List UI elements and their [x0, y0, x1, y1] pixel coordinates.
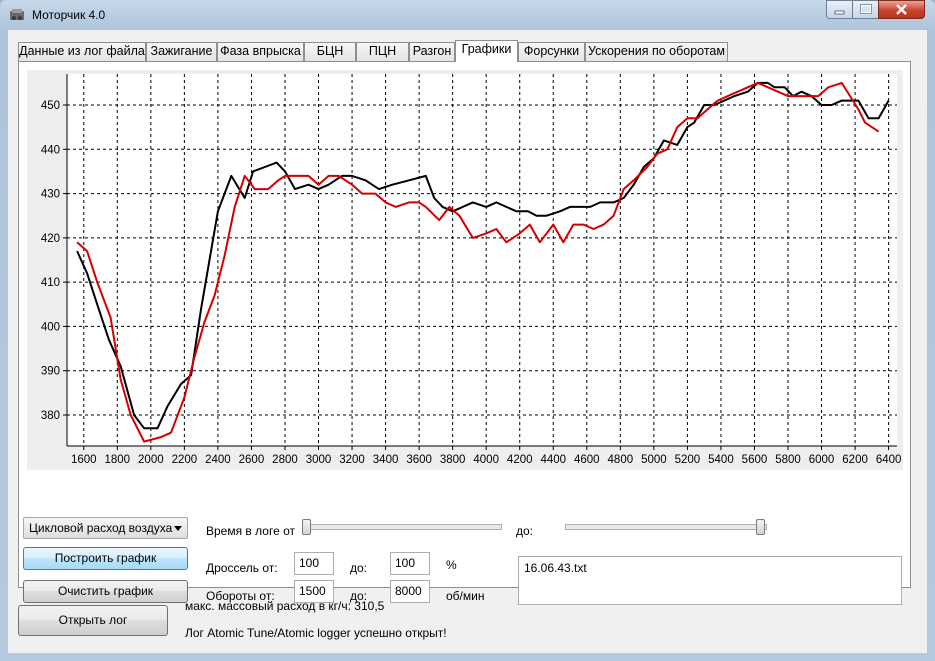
x-tick-label: 1800 [105, 454, 131, 466]
parameter-select-value: Цикловой расход воздуха [29, 521, 173, 535]
maximize-button[interactable] [852, 0, 879, 19]
minimize-button[interactable] [826, 0, 853, 19]
y-tick-label: 430 [41, 189, 60, 201]
tab-injectors[interactable]: Форсунки [518, 42, 585, 61]
x-tick-label: 4200 [507, 454, 533, 466]
y-tick-label: 390 [41, 366, 60, 378]
x-tick-label: 2800 [272, 454, 298, 466]
tab-injection-phase[interactable]: Фаза впрыска [217, 42, 304, 61]
y-tick-label: 400 [41, 321, 60, 333]
x-tick-label: 2600 [239, 454, 265, 466]
log-file-list[interactable]: 16.06.43.txt [518, 556, 902, 605]
throttle-unit: % [446, 558, 457, 572]
tab-ignition[interactable]: Зажигание [146, 42, 217, 61]
x-tick-label: 3600 [406, 454, 432, 466]
time-to-slider-track [565, 524, 767, 530]
x-tick-label: 3000 [306, 454, 332, 466]
tab-bcn[interactable]: БЦН [304, 42, 356, 61]
tab-rpm-acceleration[interactable]: Ускорения по оборотам [585, 42, 728, 61]
x-tick-label: 2200 [172, 454, 198, 466]
close-icon [896, 4, 907, 15]
rpm-unit: об/мин [446, 589, 485, 603]
x-tick-label: 2000 [138, 454, 164, 466]
close-button[interactable] [878, 0, 925, 19]
x-tick-label: 3800 [440, 454, 466, 466]
x-tick-label: 4000 [473, 454, 499, 466]
app-icon [10, 9, 24, 20]
x-tick-label: 5000 [641, 454, 667, 466]
plot-area [67, 74, 897, 446]
x-tick-label: 1600 [71, 454, 97, 466]
y-tick-label: 410 [41, 277, 60, 289]
throttle-label: Дроссель от: [206, 561, 278, 575]
tab-log-data[interactable]: Данные из лог файла [18, 42, 146, 61]
y-tick-label: 380 [41, 410, 60, 422]
log-file-item[interactable]: 16.06.43.txt [524, 561, 587, 575]
status-text: Лог Atomic Tune/Atomic logger успешно от… [185, 626, 447, 640]
rpm-to-input[interactable]: 8000 [390, 580, 430, 603]
clear-chart-button[interactable]: Очистить график [23, 580, 188, 603]
max-flow-text: макс. массовый расход в кг/ч: 310,5 [185, 599, 385, 613]
x-tick-label: 3400 [373, 454, 399, 466]
open-log-button[interactable]: Открыть лог [18, 605, 168, 636]
charts-tab-panel: 1600 1800 2000 2200 2400 2600 2800 3000 3200 3400… [18, 61, 911, 605]
chart-area: 1600 1800 2000 2200 2400 2600 2800 3000 3200 3400… [27, 70, 903, 470]
x-tick-label: 6200 [842, 454, 868, 466]
x-tick-label: 5200 [675, 454, 701, 466]
main-window: Моторчик 4.0 Данные из лог файла Зажиган… [0, 0, 935, 661]
parameter-select[interactable]: Цикловой расход воздуха [23, 517, 188, 539]
title-bar[interactable]: Моторчик 4.0 [0, 0, 935, 30]
throttle-from-input[interactable]: 100 [294, 552, 334, 575]
time-from-label: Время в логе от [206, 524, 295, 538]
tab-acceleration[interactable]: Разгон [409, 42, 455, 61]
x-tick-label: 5400 [708, 454, 734, 466]
time-to-slider[interactable] [565, 519, 767, 541]
y-tick-label: 440 [41, 144, 60, 156]
throttle-to-label: до: [350, 561, 368, 575]
y-tick-label: 450 [41, 100, 60, 112]
time-from-slider-thumb[interactable] [302, 519, 311, 535]
chevron-down-icon [174, 526, 182, 531]
y-tick-label: 420 [41, 233, 60, 245]
x-tick-label: 4800 [608, 454, 634, 466]
tab-pcn[interactable]: ПЦН [356, 42, 409, 61]
x-tick-label: 2400 [205, 454, 231, 466]
x-tick-label: 5600 [742, 454, 768, 466]
x-tick-label: 3200 [339, 454, 365, 466]
window-title: Моторчик 4.0 [32, 8, 106, 22]
x-tick-label: 6400 [876, 454, 902, 466]
maximize-icon [860, 4, 872, 14]
time-from-slider[interactable] [302, 519, 502, 541]
time-to-slider-thumb[interactable] [756, 519, 765, 535]
throttle-to-input[interactable]: 100 [390, 552, 430, 575]
build-chart-button[interactable]: Построить график [23, 547, 188, 570]
x-tick-label: 5800 [775, 454, 801, 466]
minimize-icon [834, 10, 845, 15]
tab-charts[interactable]: Графики [455, 40, 518, 62]
time-from-slider-track [302, 524, 502, 530]
x-tick-label: 4600 [574, 454, 600, 466]
x-tick-label: 6000 [809, 454, 835, 466]
client-area: Данные из лог файла Зажигание Фаза впрыс… [8, 30, 927, 653]
line-chart: 1600 1800 2000 2200 2400 2600 2800 3000 3200 3400… [27, 70, 903, 470]
x-tick-label: 4400 [540, 454, 566, 466]
time-to-label: до: [516, 524, 534, 538]
